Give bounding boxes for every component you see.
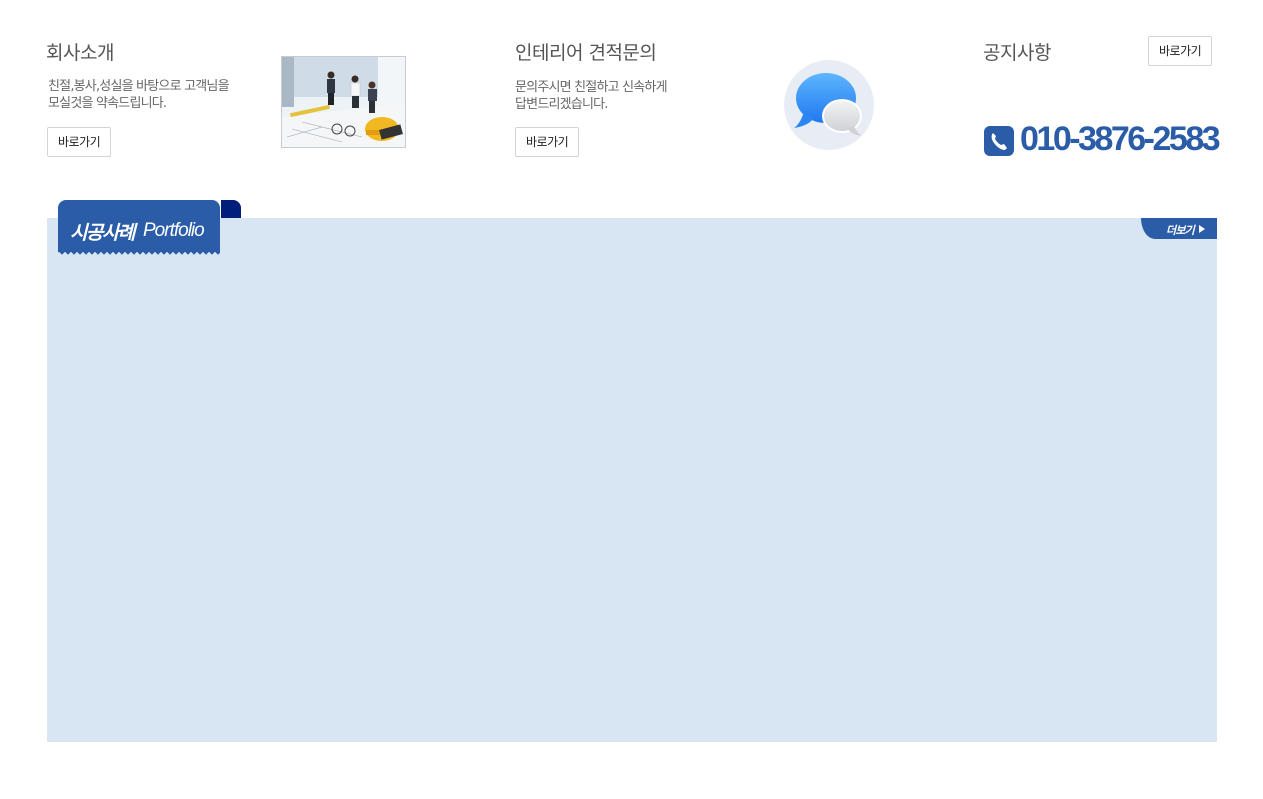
chat-bubbles-icon [784,60,874,150]
arrow-right-icon[interactable] [1199,225,1205,233]
phone-number: 010-3876-2583 [1020,120,1221,158]
notice-title: 공지사항 [983,42,1051,64]
company-desc-line2: 모실것을 약속드립니다. [48,96,167,111]
portfolio-panel [47,218,1217,742]
inquiry-desc-line2: 답변드리겠습니다. [515,97,608,112]
company-photo [281,56,406,148]
portfolio-more-label[interactable]: 더보기 [1166,222,1195,238]
inquiry-title: 인테리어 견적문의 [515,42,657,64]
inquiry-desc-line1: 문의주시면 친절하고 신속하게 [515,80,668,95]
company-title: 회사소개 [46,42,114,64]
company-goto-button[interactable]: 바로가기 [47,127,112,157]
portfolio-title-en: Portfolio [143,220,205,241]
portfolio-ribbon-fold [221,200,241,218]
portfolio-ribbon-edge [58,252,220,256]
people-photo [282,57,405,147]
notice-goto-button[interactable]: 바로가기 [1148,36,1213,66]
portfolio-title-ko: 시공사례 [70,222,135,244]
company-desc-line1: 친절,봉사,성실을 바탕으로 고객님을 [48,79,230,94]
inquiry-goto-button[interactable]: 바로가기 [515,127,580,157]
phone-icon [984,126,1014,156]
